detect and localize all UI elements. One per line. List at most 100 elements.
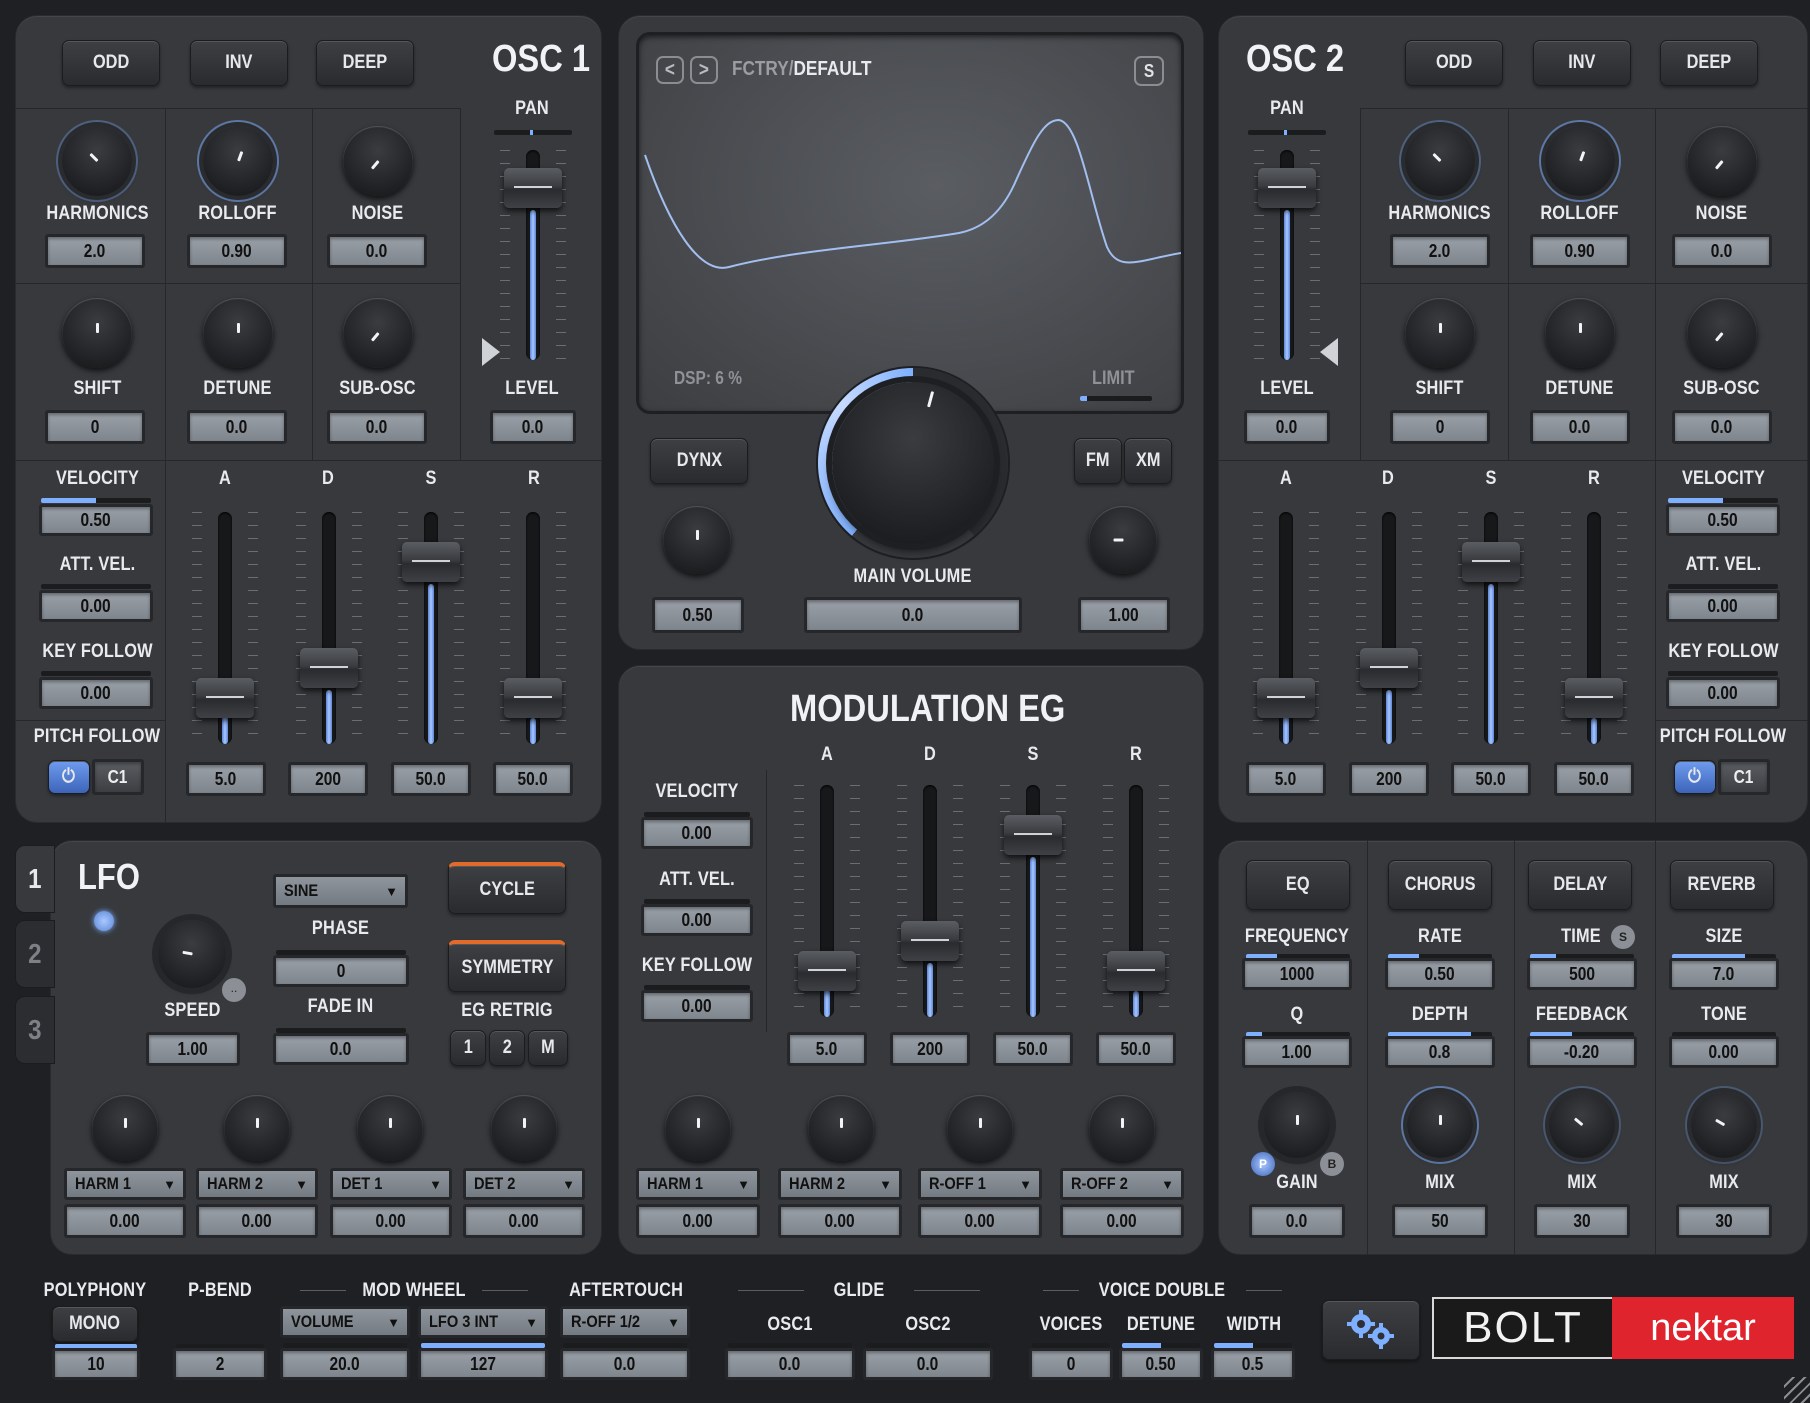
- mod-eg-target1-knob[interactable]: [665, 1095, 731, 1161]
- osc2-rolloff-knob[interactable]: [1545, 126, 1615, 196]
- glide-osc2-value[interactable]: 0.0: [863, 1348, 993, 1380]
- lfo-fade-in-value[interactable]: 0.0: [273, 1033, 409, 1065]
- mod-eg-release-value[interactable]: 50.0: [1096, 1032, 1176, 1066]
- osc1-sub-osc-knob[interactable]: [343, 298, 413, 368]
- mod-eg-target2-dropdown[interactable]: HARM 2: [778, 1168, 902, 1200]
- osc2-detune-value[interactable]: 0.0: [1530, 410, 1630, 444]
- voice-detune-value[interactable]: 0.50: [1119, 1348, 1203, 1380]
- osc1-release-fader[interactable]: [500, 512, 566, 744]
- osc2-sub-osc-value[interactable]: 0.0: [1672, 410, 1772, 444]
- lfo-retrig-m-button[interactable]: M: [528, 1030, 568, 1066]
- resize-handle-icon[interactable]: [1784, 1377, 1810, 1403]
- lfo-target2-dropdown[interactable]: HARM 2: [196, 1168, 318, 1200]
- fm-amount-knob[interactable]: [1089, 506, 1157, 574]
- osc2-noise-knob[interactable]: [1687, 126, 1757, 196]
- preset-prev-button[interactable]: <: [656, 56, 684, 84]
- delay-feedback-value[interactable]: -0.20: [1527, 1036, 1637, 1068]
- reverb-tone-value[interactable]: 0.00: [1669, 1036, 1779, 1068]
- osc2-decay-fader[interactable]: [1356, 512, 1422, 744]
- dynx-amount-knob[interactable]: [663, 506, 731, 574]
- chorus-mix-value[interactable]: 50: [1392, 1204, 1488, 1238]
- lfo-tab-1[interactable]: 1: [15, 845, 55, 913]
- preset-name[interactable]: FCTRY/DEFAULT: [732, 58, 872, 81]
- osc1-att-vel-value[interactable]: 0.00: [39, 590, 153, 622]
- eq-gain-knob[interactable]: [1264, 1092, 1330, 1158]
- settings-button[interactable]: [1322, 1300, 1420, 1360]
- fx-delay-button[interactable]: DELAY: [1528, 860, 1632, 910]
- lfo-tab-2[interactable]: 2: [15, 920, 55, 988]
- mod-eg-attack-value[interactable]: 5.0: [787, 1032, 867, 1066]
- osc2-odd-button[interactable]: ODD: [1405, 40, 1503, 86]
- osc1-level-value[interactable]: 0.0: [490, 410, 576, 444]
- mod-eg-decay-value[interactable]: 200: [890, 1032, 970, 1066]
- polyphony-mode-button[interactable]: MONO: [52, 1306, 138, 1342]
- lfo-target2-value[interactable]: 0.00: [196, 1204, 318, 1238]
- lfo-speed-value[interactable]: 1.00: [146, 1032, 240, 1066]
- voices-value[interactable]: 0: [1029, 1348, 1113, 1380]
- pbend-value[interactable]: 2: [173, 1348, 267, 1380]
- osc1-noise-knob[interactable]: [343, 126, 413, 196]
- osc1-level-fader[interactable]: [500, 150, 566, 360]
- osc1-rolloff-knob[interactable]: [203, 126, 273, 196]
- lfo-target1-knob[interactable]: [92, 1095, 158, 1161]
- osc2-rolloff-value[interactable]: 0.90: [1530, 234, 1630, 268]
- mod-wheel-target2-dropdown[interactable]: LFO 3 INT: [418, 1306, 548, 1338]
- mod-eg-target4-knob[interactable]: [1089, 1095, 1155, 1161]
- osc2-pitch-follow-value[interactable]: C1: [1718, 759, 1770, 795]
- lfo-retrig-1-button[interactable]: 1: [450, 1030, 486, 1066]
- osc1-pan-bar[interactable]: [494, 130, 572, 135]
- lfo-tab-3[interactable]: 3: [15, 996, 55, 1064]
- osc2-noise-value[interactable]: 0.0: [1672, 234, 1772, 268]
- osc1-rolloff-value[interactable]: 0.90: [187, 234, 287, 268]
- dynx-amount-value[interactable]: 0.50: [652, 597, 744, 633]
- fm-button[interactable]: FM: [1074, 438, 1122, 484]
- mod-eg-target4-dropdown[interactable]: R-OFF 2: [1060, 1168, 1184, 1200]
- mod-eg-target1-value[interactable]: 0.00: [636, 1204, 760, 1238]
- osc1-decay-fader[interactable]: [296, 512, 362, 744]
- osc1-shift-knob[interactable]: [62, 298, 132, 368]
- eq-frequency-value[interactable]: 1000: [1242, 958, 1352, 990]
- osc2-shift-value[interactable]: 0: [1390, 410, 1490, 444]
- osc1-attack-fader[interactable]: [192, 512, 258, 744]
- delay-time-value[interactable]: 500: [1527, 958, 1637, 990]
- main-volume-knob[interactable]: [832, 382, 994, 544]
- lfo-target3-knob[interactable]: [357, 1095, 423, 1161]
- delay-sync-toggle[interactable]: S: [1611, 925, 1635, 949]
- osc1-sustain-value[interactable]: 50.0: [391, 762, 471, 796]
- preset-save-button[interactable]: S: [1134, 56, 1164, 86]
- mod-eg-target3-knob[interactable]: [947, 1095, 1013, 1161]
- osc2-harmonics-value[interactable]: 2.0: [1390, 234, 1490, 268]
- osc2-pitch-follow-power-button[interactable]: ⏻: [1674, 760, 1716, 794]
- mod-eg-target3-value[interactable]: 0.00: [918, 1204, 1042, 1238]
- lfo-retrig-2-button[interactable]: 2: [489, 1030, 525, 1066]
- osc2-sustain-fader[interactable]: [1458, 512, 1524, 744]
- delay-mix-value[interactable]: 30: [1534, 1204, 1630, 1238]
- dynx-button[interactable]: DYNX: [650, 438, 748, 484]
- osc2-level-value[interactable]: 0.0: [1244, 410, 1330, 444]
- aftertouch-value[interactable]: 0.0: [560, 1348, 690, 1380]
- mod-eg-sustain-fader[interactable]: [1000, 785, 1066, 1017]
- lfo-symmetry-button[interactable]: SYMMETRY: [448, 940, 566, 992]
- lfo-target3-dropdown[interactable]: DET 1: [330, 1168, 452, 1200]
- osc2-velocity-value[interactable]: 0.50: [1666, 504, 1780, 536]
- aftertouch-target-dropdown[interactable]: R-OFF 1/2: [560, 1306, 690, 1338]
- mod-eg-target2-knob[interactable]: [808, 1095, 874, 1161]
- reverb-mix-value[interactable]: 30: [1676, 1204, 1772, 1238]
- lfo-target3-value[interactable]: 0.00: [330, 1204, 452, 1238]
- lfo-speed-sync-icon[interactable]: ..: [222, 978, 246, 1002]
- lfo-target4-dropdown[interactable]: DET 2: [463, 1168, 585, 1200]
- osc1-harmonics-knob[interactable]: [62, 126, 132, 196]
- main-volume-value[interactable]: 0.0: [804, 597, 1022, 633]
- osc2-pan-bar[interactable]: [1248, 130, 1326, 135]
- osc1-velocity-value[interactable]: 0.50: [39, 504, 153, 536]
- fx-chorus-button[interactable]: CHORUS: [1388, 860, 1492, 910]
- mod-eg-att-vel-value[interactable]: 0.00: [641, 904, 753, 936]
- osc2-att-vel-value[interactable]: 0.00: [1666, 590, 1780, 622]
- mod-eg-target2-value[interactable]: 0.00: [778, 1204, 902, 1238]
- osc2-detune-knob[interactable]: [1545, 298, 1615, 368]
- osc1-odd-button[interactable]: ODD: [62, 40, 160, 86]
- osc1-pitch-follow-value[interactable]: C1: [92, 759, 144, 795]
- osc2-attack-value[interactable]: 5.0: [1246, 762, 1326, 796]
- lfo-cycle-button[interactable]: CYCLE: [448, 862, 566, 914]
- lfo-target1-dropdown[interactable]: HARM 1: [64, 1168, 186, 1200]
